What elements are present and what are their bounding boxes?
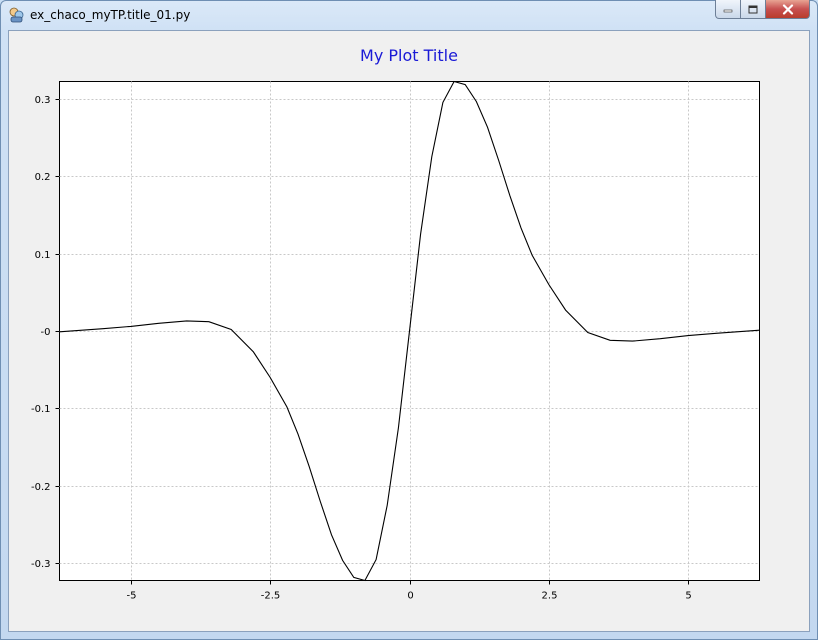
plot-area[interactable]: 0.3 0.2 0.1 -0 -0.1 -0.2 -0.3 -5 -2.5 0 2.5 5 [0,0,818,640]
x-tick-label: 0 [407,591,413,602]
x-tick-label: -2.5 [261,591,281,602]
y-tick-label: -0.1 [31,404,51,415]
x-tick-label: 2.5 [542,591,558,602]
y-axis: 0.3 0.2 0.1 -0 -0.1 -0.2 -0.3 [31,95,60,570]
x-tick-label: 5 [685,591,691,602]
y-tick-label: 0.3 [35,95,51,106]
y-tick-label: -0.3 [31,559,51,570]
x-axis: -5 -2.5 0 2.5 5 [127,580,692,602]
y-tick-label: 0.2 [35,172,51,183]
y-tick-label: -0 [41,327,51,338]
y-tick-label: 0.1 [35,250,51,261]
y-tick-label: -0.2 [31,482,51,493]
x-tick-label: -5 [127,591,137,602]
